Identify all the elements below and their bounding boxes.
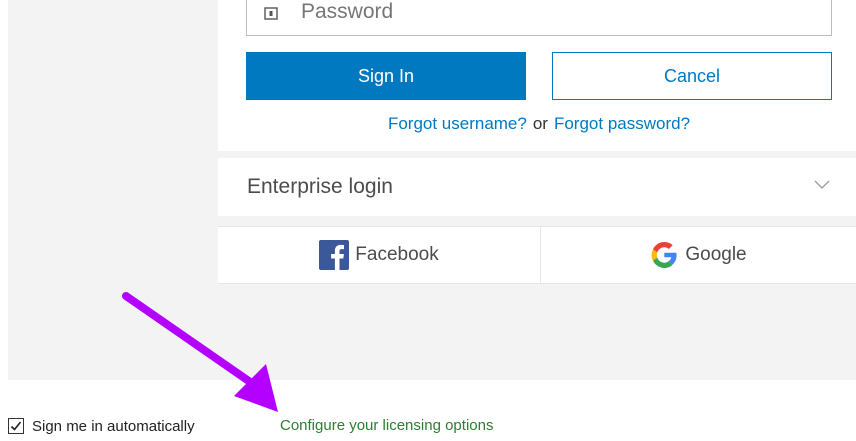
password-placeholder: Password bbox=[301, 0, 394, 23]
google-login-button[interactable]: Google bbox=[540, 227, 856, 283]
checkmark-icon bbox=[10, 421, 22, 431]
facebook-label: Facebook bbox=[355, 244, 439, 265]
cancel-button[interactable]: Cancel bbox=[552, 52, 832, 100]
google-label: Google bbox=[685, 244, 747, 265]
password-field[interactable]: Password bbox=[246, 0, 832, 36]
enterprise-login-toggle[interactable]: Enterprise login bbox=[218, 158, 856, 216]
forgot-links: Forgot username? or Forgot password? bbox=[246, 114, 832, 134]
facebook-login-button[interactable]: Facebook bbox=[218, 227, 541, 283]
annotation-arrow-icon bbox=[122, 292, 278, 412]
facebook-icon bbox=[319, 240, 350, 270]
lock-icon bbox=[264, 7, 278, 20]
forgot-password-link[interactable]: Forgot password? bbox=[554, 114, 690, 133]
forgot-username-link[interactable]: Forgot username? bbox=[388, 114, 527, 133]
auto-signin-label[interactable]: Sign me in automatically bbox=[32, 418, 195, 435]
configure-licensing-link[interactable]: Configure your licensing options bbox=[280, 417, 493, 434]
sign-in-button[interactable]: Sign In bbox=[246, 52, 526, 100]
or-text: or bbox=[532, 114, 548, 133]
enterprise-login-label: Enterprise login bbox=[247, 175, 393, 198]
google-icon bbox=[651, 242, 677, 268]
chevron-down-icon bbox=[814, 180, 830, 189]
auto-signin-row: Sign me in automatically bbox=[8, 414, 195, 438]
auto-signin-checkbox[interactable] bbox=[8, 418, 24, 434]
social-login-row: Facebook Google bbox=[218, 226, 856, 284]
